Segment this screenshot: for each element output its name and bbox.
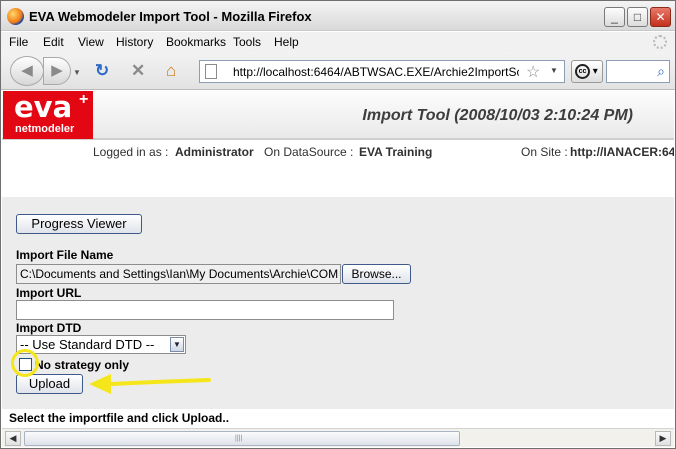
import-dtd-select[interactable]: -- Use Standard DTD -- ▼ <box>16 335 186 354</box>
close-button[interactable]: ✕ <box>650 7 671 27</box>
scroll-left-icon[interactable]: ◀ <box>5 431 21 446</box>
eva-netmodeler-logo: eva + netmodeler <box>3 91 93 139</box>
creative-commons-icon: cc <box>575 63 590 79</box>
bookmark-star-icon[interactable]: ☆ <box>526 62 540 82</box>
logo-main-text: eva <box>14 91 73 124</box>
menu-tools[interactable]: Tools <box>233 35 261 49</box>
menu-edit[interactable]: Edit <box>43 35 64 49</box>
horizontal-scrollbar[interactable]: ◀ |||| ▶ <box>2 428 674 447</box>
status-message: Select the importfile and click Upload.. <box>9 411 230 425</box>
navigation-toolbar: ◀ ▶ ▼ ↻ ✕ ⌂ http://localhost:6464/ABTWSA… <box>1 52 675 90</box>
datasource-value: EVA Training <box>359 145 433 159</box>
import-dtd-selected-value: -- Use Standard DTD -- <box>20 337 155 352</box>
import-url-label: Import URL <box>16 286 82 300</box>
history-dropdown-icon[interactable]: ▼ <box>73 68 81 77</box>
import-file-label: Import File Name <box>16 248 114 262</box>
app-header: eva + netmodeler Import Tool (2008/10/03… <box>2 91 674 140</box>
home-icon[interactable]: ⌂ <box>166 61 176 81</box>
menu-help[interactable]: Help <box>274 35 299 49</box>
search-icon[interactable]: ⌕ <box>657 63 665 80</box>
logged-in-user: Administrator <box>175 145 254 159</box>
address-bar[interactable]: http://localhost:6464/ABTWSAC.EXE/Archie… <box>199 60 565 83</box>
session-info-bar: Logged in as : Administrator On DataSour… <box>2 142 674 164</box>
maximize-button[interactable]: □ <box>627 7 648 27</box>
browser-window: EVA Webmodeler Import Tool - Mozilla Fir… <box>0 0 676 449</box>
chevron-down-icon[interactable]: ▼ <box>170 337 184 352</box>
arrow-annotation-icon <box>89 374 211 394</box>
stop-icon[interactable]: ✕ <box>131 61 145 81</box>
import-file-field[interactable]: C:\Documents and Settings\Ian\My Documen… <box>16 264 341 284</box>
import-dtd-label: Import DTD <box>16 321 82 335</box>
minimize-button[interactable]: _ <box>604 7 625 27</box>
highlight-circle-annotation <box>11 349 39 377</box>
logged-in-label: Logged in as : <box>93 145 169 159</box>
url-text[interactable]: http://localhost:6464/ABTWSAC.EXE/Archie… <box>233 65 519 79</box>
menu-view[interactable]: View <box>78 35 104 49</box>
title-bar: EVA Webmodeler Import Tool - Mozilla Fir… <box>1 1 675 31</box>
browse-button[interactable]: Browse... <box>342 264 411 284</box>
back-arrow-icon[interactable]: ◀ <box>10 56 44 86</box>
logo-sub-text: netmodeler <box>15 123 75 135</box>
menu-bar: File Edit View History Bookmarks Tools H… <box>1 32 675 52</box>
forward-arrow-icon[interactable]: ▶ <box>43 57 71 85</box>
page-title: Import Tool (2008/10/03 2:10:24 PM) <box>362 107 633 124</box>
menu-history[interactable]: History <box>116 35 153 49</box>
menu-file[interactable]: File <box>9 35 28 49</box>
site-value: http://IANACER:646 <box>570 145 674 159</box>
url-dropdown-icon[interactable]: ▼ <box>550 66 558 75</box>
site-label: On Site : <box>521 145 568 159</box>
activity-throbber-icon <box>653 35 667 49</box>
search-input[interactable]: ⌕ <box>606 60 670 83</box>
scrollbar-thumb[interactable]: |||| <box>24 431 460 446</box>
progress-viewer-button[interactable]: Progress Viewer <box>16 214 142 234</box>
page-icon <box>205 64 217 79</box>
creative-commons-button[interactable]: cc ▾ <box>571 60 603 83</box>
scroll-right-icon[interactable]: ▶ <box>655 431 671 446</box>
reload-icon[interactable]: ↻ <box>95 61 109 81</box>
upload-button[interactable]: Upload <box>16 374 83 394</box>
menu-bookmarks[interactable]: Bookmarks <box>166 35 226 49</box>
logo-plus-text: + <box>79 91 89 108</box>
datasource-label: On DataSource : <box>264 145 354 159</box>
firefox-icon <box>7 8 24 25</box>
import-url-field[interactable] <box>16 300 394 320</box>
window-title: EVA Webmodeler Import Tool - Mozilla Fir… <box>29 9 312 24</box>
